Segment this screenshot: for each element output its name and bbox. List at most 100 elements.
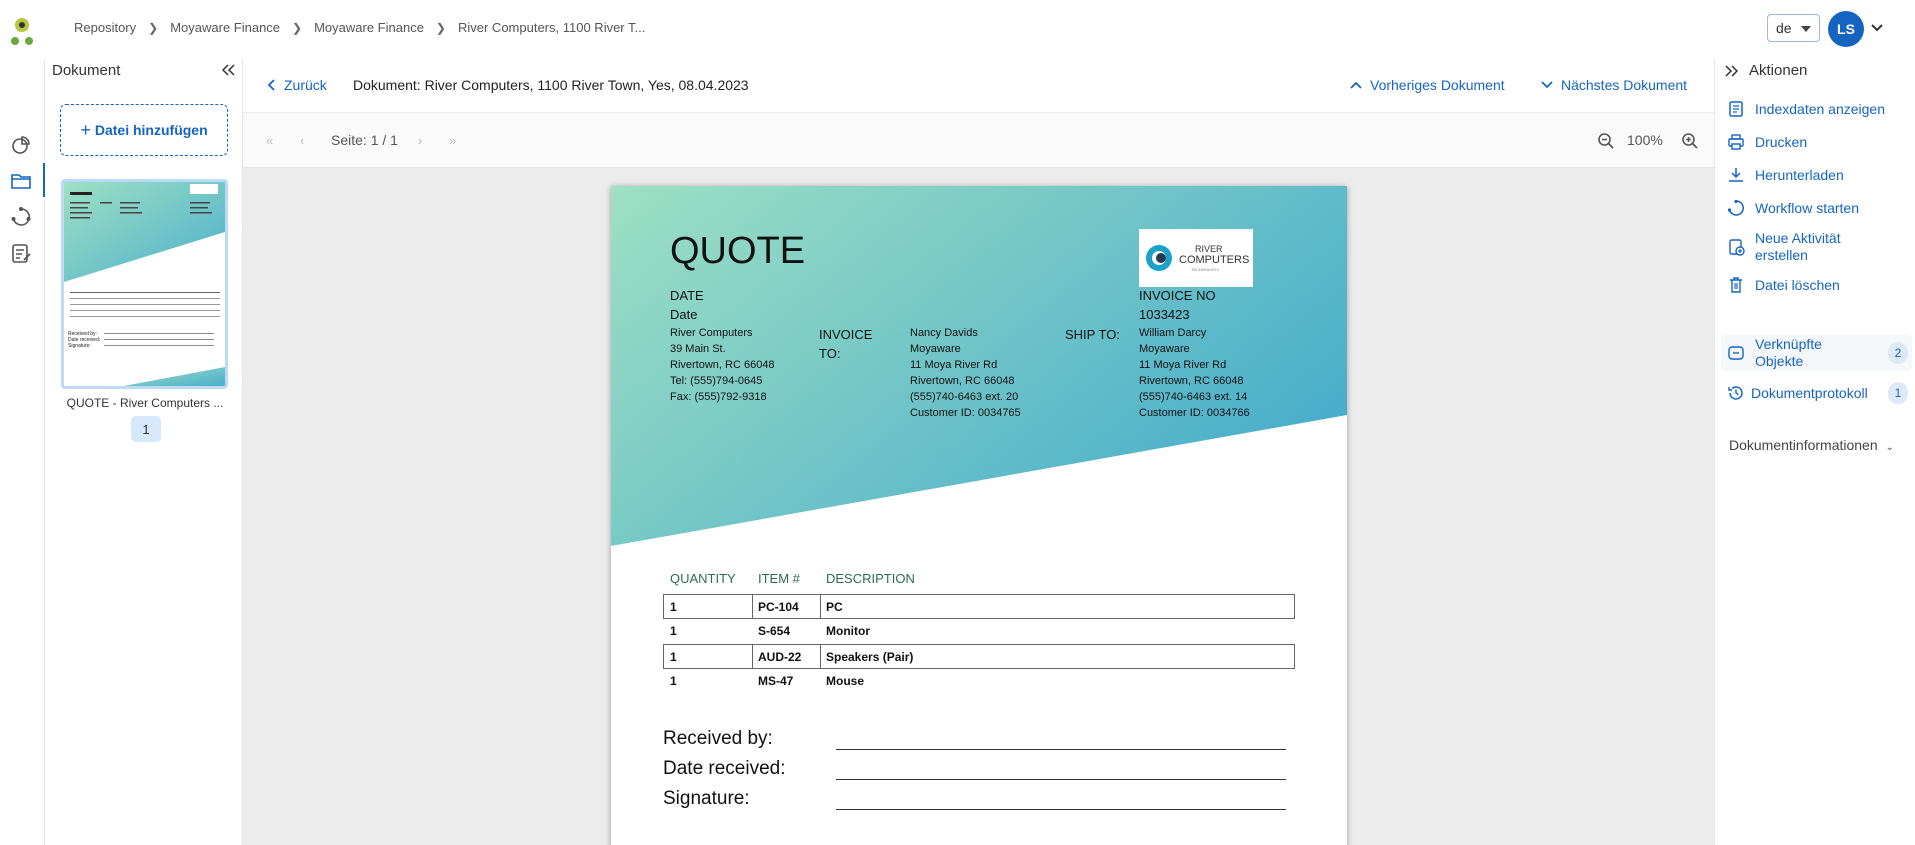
breadcrumb-item[interactable]: Repository xyxy=(74,20,136,35)
viewer-toolbar: « ‹ Seite: 1 / 1 › » 100% xyxy=(243,112,1714,168)
user-avatar[interactable]: LS xyxy=(1828,11,1864,47)
address-line: (555)740-6463 ext. 14 xyxy=(1139,391,1248,403)
description-cell: PC xyxy=(826,600,843,614)
ship-to-address: William Darcy Moyaware 11 Moya River Rd … xyxy=(1139,325,1250,421)
breadcrumb-item[interactable]: Moyaware Finance xyxy=(314,20,424,35)
table-header-quantity: QUANTITY xyxy=(670,571,736,586)
address-line: William Darcy xyxy=(1139,327,1207,339)
history-icon xyxy=(1728,386,1743,400)
quantity-cell: 1 xyxy=(670,600,677,614)
thumbnail-label[interactable]: QUOTE - River Computers ... xyxy=(55,396,235,410)
river-computers-logo-icon: RIVER COMPUTERS TECHNOLOGY xyxy=(1146,244,1249,272)
language-select[interactable]: de xyxy=(1767,14,1820,42)
action-label: Workflow starten xyxy=(1755,200,1859,216)
logo-line-3: TECHNOLOGY xyxy=(1191,267,1219,272)
document-protocol-label: Dokumentprotokoll xyxy=(1751,385,1868,401)
table-header-description: DESCRIPTION xyxy=(826,571,915,586)
page-info: Seite: 1 / 1 xyxy=(331,132,398,148)
quantity-cell: 1 xyxy=(670,650,677,664)
document-info-toggle[interactable]: Dokumentinformationen ⌄ xyxy=(1729,437,1894,453)
workflow-icon[interactable] xyxy=(10,206,32,228)
chevron-up-icon xyxy=(1350,81,1362,89)
description-cell: Monitor xyxy=(826,624,870,638)
dashboard-icon[interactable] xyxy=(10,134,32,156)
quantity-cell: 1 xyxy=(670,624,677,638)
print-button[interactable]: Drucken xyxy=(1727,133,1807,151)
tasks-icon[interactable] xyxy=(10,242,32,264)
action-label: Datei löschen xyxy=(1755,277,1840,293)
signature-line xyxy=(836,809,1286,810)
previous-page-icon[interactable]: ‹ xyxy=(300,133,304,148)
description-cell: Speakers (Pair) xyxy=(826,650,914,664)
actions-header: Aktionen xyxy=(1725,62,1807,79)
back-button[interactable]: Zurück xyxy=(268,77,327,93)
breadcrumb-item[interactable]: Moyaware Finance xyxy=(170,20,280,35)
language-value: de xyxy=(1776,20,1792,36)
chevron-down-icon[interactable] xyxy=(1871,24,1883,32)
item-cell: AUD-22 xyxy=(758,650,802,664)
first-page-icon[interactable]: « xyxy=(266,133,273,148)
link-icon xyxy=(1728,346,1744,360)
date-received-label: Date received: xyxy=(663,758,786,779)
next-document-label: Nächstes Dokument xyxy=(1561,77,1688,93)
actions-panel: Aktionen Indexdaten anzeigen Drucken Her… xyxy=(1714,60,1915,845)
document-thumbnail[interactable]: Received by: Date received: Signature: xyxy=(61,179,228,389)
page-number-badge[interactable]: 1 xyxy=(131,416,161,442)
action-label: Neue Aktivität erstellen xyxy=(1755,230,1841,263)
chevron-down-icon xyxy=(1541,81,1553,89)
document-panel-title: Dokument xyxy=(52,62,121,79)
chevron-right-icon: ❯ xyxy=(292,20,303,35)
ship-to-label: SHIP TO: xyxy=(1065,327,1120,342)
address-line: Fax: (555)792-9318 xyxy=(670,391,767,403)
add-file-button[interactable]: + Datei hinzufügen xyxy=(60,104,228,156)
previous-document-label: Vorheriges Dokument xyxy=(1370,77,1505,93)
printer-icon xyxy=(1728,134,1744,150)
signature-label: Signature: xyxy=(663,788,750,809)
zoom-in-icon[interactable] xyxy=(1681,132,1699,150)
start-workflow-button[interactable]: Workflow starten xyxy=(1727,199,1859,217)
breadcrumb: Repository ❯ Moyaware Finance ❯ Moyaware… xyxy=(74,20,645,35)
zoom-out-icon[interactable] xyxy=(1597,132,1615,150)
chevron-right-icon: ❯ xyxy=(435,20,446,35)
document-info-label: Dokumentinformationen xyxy=(1729,437,1878,453)
document-page: QUOTE DATE Date River Computers 39 Main … xyxy=(611,186,1347,845)
address-line: (555)740-6463 ext. 20 xyxy=(910,391,1019,403)
zoom-level: 100% xyxy=(1627,132,1663,148)
document-protocol-button[interactable]: Dokumentprotokoll 1 xyxy=(1721,382,1912,404)
linked-objects-button[interactable]: Verknüpfte Objekte 2 xyxy=(1721,335,1912,371)
app-logo-icon[interactable] xyxy=(8,16,36,46)
delete-file-button[interactable]: Datei löschen xyxy=(1727,276,1840,294)
download-button[interactable]: Herunterladen xyxy=(1727,166,1844,184)
next-document-button[interactable]: Nächstes Dokument xyxy=(1541,77,1687,93)
table-header-item: ITEM # xyxy=(758,571,800,586)
from-address: River Computers 39 Main St. Rivertown, R… xyxy=(670,325,775,405)
signature-line xyxy=(836,749,1286,750)
expand-right-icon[interactable] xyxy=(1725,64,1739,77)
previous-document-button[interactable]: Vorheriges Dokument xyxy=(1350,77,1505,93)
document-title: Dokument: River Computers, 1100 River To… xyxy=(353,77,749,93)
new-activity-icon xyxy=(1729,239,1745,256)
quote-heading: QUOTE xyxy=(670,230,806,272)
action-label: Herunterladen xyxy=(1755,167,1844,183)
document-panel: Dokument + Datei hinzufügen Received by:… xyxy=(45,60,243,845)
last-page-icon[interactable]: » xyxy=(449,133,456,148)
breadcrumb-item-current[interactable]: River Computers, 1100 River T... xyxy=(458,20,645,35)
address-line: Customer ID: 0034766 xyxy=(1139,407,1250,419)
document-canvas[interactable]: QUOTE DATE Date River Computers 39 Main … xyxy=(243,168,1714,845)
add-file-label: Datei hinzufügen xyxy=(94,122,208,138)
show-index-data-button[interactable]: Indexdaten anzeigen xyxy=(1727,100,1885,118)
address-line: Customer ID: 0034765 xyxy=(910,407,1021,419)
chevron-left-icon xyxy=(268,79,275,91)
folder-icon[interactable] xyxy=(10,170,32,192)
address-line: Rivertown, RC 66048 xyxy=(1139,375,1244,387)
collapse-left-icon[interactable] xyxy=(221,64,235,76)
next-page-icon[interactable]: › xyxy=(418,133,422,148)
signature-line xyxy=(836,779,1286,780)
new-activity-button[interactable]: Neue Aktivität erstellen xyxy=(1727,230,1875,264)
top-bar: Repository ❯ Moyaware Finance ❯ Moyaware… xyxy=(0,0,1915,60)
index-data-icon xyxy=(1729,101,1743,117)
received-by-label: Received by: xyxy=(663,728,773,749)
thumbnail-preview: Received by: Date received: Signature: xyxy=(64,182,225,386)
invoice-to-address: Nancy Davids Moyaware 11 Moya River Rd R… xyxy=(910,325,1021,421)
item-cell: MS-47 xyxy=(758,674,794,688)
